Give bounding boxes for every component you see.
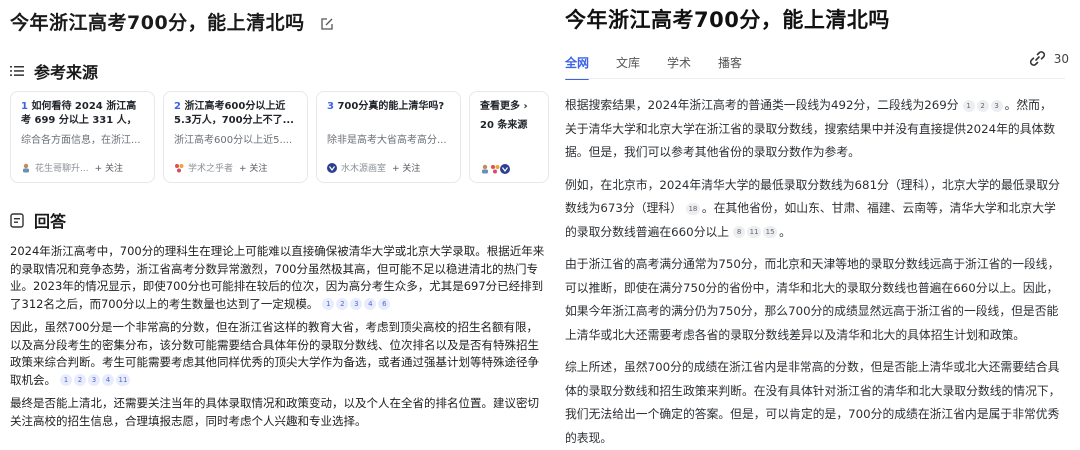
document-icon <box>10 212 24 228</box>
citation-marker[interactable]: 3 <box>350 298 363 310</box>
tab-library[interactable]: 文库 <box>616 54 640 80</box>
reference-snippet: 浙江高考600分以上近5.... <box>174 135 293 146</box>
citation-marker[interactable]: 18 <box>685 202 700 215</box>
reference-cards: 1 如何看待 2024 浙江高考 699 分以上 331 人，今... 综合各方… <box>10 91 549 183</box>
search-answer-body: 根据搜索结果，2024年浙江高考的普通类一段线为492分，二段线为269分 1 2 3… <box>565 94 1063 450</box>
follow-button[interactable]: + 关注 <box>95 161 123 174</box>
answer-header: 回答 <box>10 208 66 232</box>
link-icon <box>1029 51 1045 66</box>
more-sources-card[interactable]: 查看更多 › 20 条来源 <box>469 91 549 183</box>
follow-button[interactable]: + 关注 <box>392 161 420 174</box>
citation-marker[interactable]: 6 <box>378 298 391 310</box>
reference-snippet: 综合各方面信息，在浙江... <box>21 135 141 146</box>
blue-logo-icon <box>327 162 337 173</box>
reference-card-title: 2 浙江高考600分以上近5.3万人，700分上不了... <box>174 100 297 128</box>
tab-podcast[interactable]: 播客 <box>718 54 742 80</box>
citation-group: 8 11 15 <box>733 225 779 239</box>
paragraph-text: 根据搜索结果，2024年浙江高考的普通类一段线为492分，二段线为269分 <box>565 98 959 112</box>
citation-marker[interactable]: 2 <box>336 298 349 310</box>
more-sources-count: 20 条来源 <box>480 120 528 131</box>
citation-group: 12346 <box>322 297 392 311</box>
follow-button[interactable]: + 关注 <box>239 161 267 174</box>
reference-title-text: 700分真的能上清华吗? <box>337 101 445 112</box>
more-sources-avatars <box>480 164 510 174</box>
reference-number: 3 <box>327 101 334 112</box>
reference-footer: 学术之乎者 + 关注 <box>174 161 267 174</box>
left-panel: 今年浙江高考700分，能上清北吗 参考来源 1 如何看待 2024 浙江高考 6… <box>0 0 549 450</box>
answer-heading: 回答 <box>34 212 67 231</box>
citation-marker[interactable]: 3 <box>88 374 100 386</box>
search-paragraph: 由于浙江省的高考满分通常为750分，而北京和天津等地的录取分数线远高于浙江省的一… <box>565 253 1063 347</box>
right-panel: 今年浙江高考700分，能上清北吗 全网 文库 学术 播客 30 根据搜索结果，2… <box>565 0 1075 450</box>
reference-source: 学术之乎者 <box>188 164 234 174</box>
tab-academic[interactable]: 学术 <box>667 54 691 80</box>
answer-paragraph: 2024年浙江高考中，700分的理科生在理论上可能难以直接确保被清华大学或北京大… <box>10 243 548 313</box>
citation-marker[interactable]: 4 <box>364 298 377 310</box>
paragraph-text: 由于浙江省的高考满分通常为750分，而北京和天津等地的录取分数线远高于浙江省的一… <box>565 257 1060 342</box>
reference-title-text: 浙江高考600分以上近5.3万人，700分上不了... <box>174 101 294 126</box>
references-heading: 参考来源 <box>34 63 99 82</box>
citation-marker[interactable]: 4 <box>102 374 114 386</box>
link-count: 30 <box>1053 51 1069 66</box>
citation-marker[interactable]: 8 <box>733 226 746 238</box>
chevron-right-icon: › <box>523 101 528 112</box>
more-sources-label: 查看更多 › <box>480 100 538 114</box>
reference-snippet: 除非是高考大省高考高分... <box>327 135 447 146</box>
reference-card-title: 1 如何看待 2024 浙江高考 699 分以上 331 人，今... <box>21 100 144 128</box>
reference-number: 1 <box>21 101 28 112</box>
person-avatar-icon <box>482 164 488 174</box>
citation-marker[interactable]: 11 <box>747 226 762 238</box>
more-sources-text: 查看更多 <box>480 101 520 112</box>
dots-logo-icon <box>491 165 500 174</box>
answer-paragraph-text: 最终是否能上清北，还需要关注当年的具体录取情况和政策变动，以及个人在全省的排名位… <box>10 396 539 428</box>
reference-footer: 水木源画室 + 关注 <box>327 161 420 174</box>
search-tabs: 全网 文库 学术 播客 <box>565 54 769 80</box>
citation-marker[interactable]: 1 <box>60 374 72 386</box>
citation-marker[interactable]: 1 <box>962 99 975 112</box>
dots-logo-icon <box>175 163 184 172</box>
references-header: 参考来源 <box>10 59 98 83</box>
answer-body: 2024年浙江高考中，700分的理科生在理论上可能难以直接确保被清华大学或北京大… <box>10 243 548 436</box>
page-title-text: 今年浙江高考700分，能上清北吗 <box>10 12 305 34</box>
page-title: 今年浙江高考700分，能上清北吗 <box>10 8 334 35</box>
paragraph-text: 综上所述，虽然700分的成绩在浙江省内是非常高的分数，但是否能上清华或北大还需要… <box>565 360 1061 445</box>
citation-group: 18 <box>685 201 702 215</box>
reference-number: 2 <box>174 101 181 112</box>
citation-marker[interactable]: 2 <box>74 374 86 386</box>
citation-group: 1 2 3 4 11 <box>60 373 132 387</box>
right-title: 今年浙江高考700分，能上清北吗 <box>565 8 890 32</box>
blue-logo-icon <box>500 164 510 174</box>
answer-paragraph-text: 2024年浙江高考中，700分的理科生在理论上可能难以直接确保被清华大学或北京大… <box>10 244 545 311</box>
citation-marker[interactable]: 3 <box>990 99 1003 112</box>
citation-marker[interactable]: 15 <box>763 226 778 238</box>
answer-paragraph: 因此，虽然700分是一个非常高的分数，但在浙江省这样的教育大省，考虑到顶尖高校的… <box>10 319 548 389</box>
citation-marker[interactable]: 2 <box>976 99 989 112</box>
tab-web[interactable]: 全网 <box>565 54 590 80</box>
search-paragraph: 综上所述，虽然700分的成绩在浙江省内是非常高的分数，但是否能上清华或北大还需要… <box>565 356 1063 450</box>
reference-card-2[interactable]: 2 浙江高考600分以上近5.3万人，700分上不了... 浙江高考600分以上… <box>163 91 308 183</box>
reference-footer: 花生哥聊升... + 关注 <box>21 161 123 174</box>
paragraph-text: 。 <box>779 224 791 239</box>
search-paragraph: 例如，在北京市，2024年清华大学的最低录取分数线为681分（理科），北京大学的… <box>565 174 1063 245</box>
reference-card-3[interactable]: 3 700分真的能上清华吗? 除非是高考大省高考高分... 水木源画室 + 关注 <box>316 91 461 183</box>
reference-card-title: 3 700分真的能上清华吗? <box>327 100 450 128</box>
reference-title-text: 如何看待 2024 浙江高考 699 分以上 331 人，今... <box>21 101 137 126</box>
citation-group: 123 <box>962 98 1005 112</box>
reference-card-1[interactable]: 1 如何看待 2024 浙江高考 699 分以上 331 人，今... 综合各方… <box>10 91 155 183</box>
search-paragraph: 根据搜索结果，2024年浙江高考的普通类一段线为492分，二段线为269分 1 2 3… <box>565 94 1063 165</box>
citation-marker[interactable]: 1 <box>322 298 335 310</box>
citation-marker[interactable]: 11 <box>116 374 130 386</box>
list-icon <box>10 66 24 76</box>
reference-source: 花生哥聊升... <box>35 164 89 174</box>
person-avatar-icon <box>23 163 29 172</box>
edit-icon[interactable] <box>320 17 334 31</box>
link-count-button[interactable]: 30 <box>1029 50 1069 67</box>
answer-paragraph: 最终是否能上清北，还需要关注当年的具体录取情况和政策变动，以及个人在全省的排名位… <box>10 395 548 430</box>
reference-source: 水木源画室 <box>341 164 387 174</box>
tab-divider <box>565 78 1065 79</box>
